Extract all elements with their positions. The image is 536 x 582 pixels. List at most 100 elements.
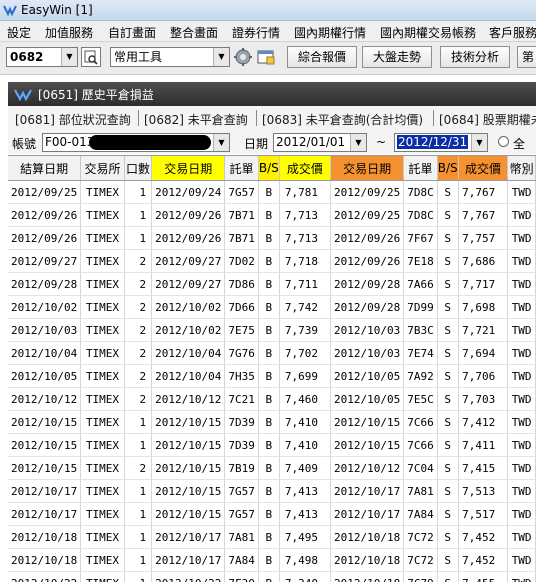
cell-settle-date: 2012/10/15	[8, 457, 81, 480]
table-row[interactable]: 2012/10/12TIMEX22012/10/127C21B7,4602012…	[8, 388, 536, 411]
market-trend-button[interactable]: 大盤走勢	[362, 46, 432, 68]
table-row[interactable]: 2012/10/22TIMEX12012/10/227F30B7,3402012…	[8, 572, 536, 582]
table-row[interactable]: 2012/09/27TIMEX22012/09/277D02B7,7182012…	[8, 250, 536, 273]
cell-buy-order: 7B71	[225, 204, 259, 227]
cell-exchange: TIMEX	[81, 227, 125, 250]
cell-settle-date: 2012/10/18	[8, 526, 81, 549]
cell-sell-order: 7D99	[404, 296, 438, 319]
toolbar-overflow-button[interactable]: 第	[517, 46, 536, 68]
col-header-sell-trade-date[interactable]: 交易日期	[331, 156, 404, 181]
cell-buy-price: 7,410	[279, 411, 330, 434]
col-header-exchange[interactable]: 交易所	[81, 156, 125, 181]
menu-customer-service[interactable]: 客戶服務	[489, 24, 536, 41]
table-row[interactable]: 2012/10/18TIMEX12012/10/177A81B7,4952012…	[8, 526, 536, 549]
tab-position-status[interactable]: [0681] 部位狀況查詢	[15, 111, 131, 128]
cell-sell-order: 7D8C	[404, 204, 438, 227]
cell-currency: TWD	[508, 296, 536, 319]
menu-value-added[interactable]: 加值服務	[45, 24, 93, 41]
cell-buy-order: 7G57	[225, 503, 259, 526]
col-header-buy-price[interactable]: 成交價	[279, 156, 330, 181]
inner-window-title-bar: [0651] 歷史平倉損益	[8, 82, 536, 106]
menu-futures-accounts[interactable]: 國內期權交易帳務	[380, 24, 476, 41]
table-row[interactable]: 2012/09/28TIMEX22012/09/277D86B7,7112012…	[8, 273, 536, 296]
date-from-picker[interactable]: 2012/01/01 ▼	[273, 133, 367, 152]
cell-buy-price: 7,711	[279, 273, 330, 296]
tab-open-position[interactable]: [0682] 未平倉查詢	[144, 111, 248, 128]
table-row[interactable]: 2012/09/25TIMEX12012/09/247G57B7,7812012…	[8, 181, 536, 204]
cell-sell-order: 7F67	[404, 227, 438, 250]
table-row[interactable]: 2012/10/15TIMEX12012/10/157D39B7,4102012…	[8, 411, 536, 434]
all-radio-button[interactable]	[498, 136, 509, 147]
cell-buy-side: B	[258, 204, 279, 227]
date-to-picker[interactable]: 2012/12/31 ▼	[394, 133, 488, 152]
table-row[interactable]: 2012/09/26TIMEX12012/09/267B71B7,7132012…	[8, 204, 536, 227]
chevron-down-icon[interactable]: ▼	[213, 48, 229, 66]
cell-settle-date: 2012/10/04	[8, 342, 81, 365]
cell-buy-price: 7,699	[279, 365, 330, 388]
chevron-down-icon[interactable]: ▼	[471, 134, 487, 151]
cell-currency: TWD	[508, 503, 536, 526]
cell-buy-trade-date: 2012/09/27	[152, 273, 225, 296]
menu-settings[interactable]: 設定	[7, 24, 31, 41]
cell-buy-price: 7,702	[279, 342, 330, 365]
table-row[interactable]: 2012/10/15TIMEX22012/10/157B19B7,4092012…	[8, 457, 536, 480]
cell-sell-order: 7C04	[404, 457, 438, 480]
cell-buy-trade-date: 2012/10/15	[152, 503, 225, 526]
menu-futures-quotes[interactable]: 國內期權行情	[294, 24, 366, 41]
cell-sell-order: 7E74	[404, 342, 438, 365]
col-header-lots[interactable]: 口數	[124, 156, 151, 181]
table-row[interactable]: 2012/10/05TIMEX22012/10/047H35B7,6992012…	[8, 365, 536, 388]
table-row[interactable]: 2012/10/17TIMEX12012/10/157G57B7,4132012…	[8, 480, 536, 503]
cell-sell-side: S	[437, 480, 458, 503]
table-row[interactable]: 2012/10/17TIMEX12012/10/157G57B7,4132012…	[8, 503, 536, 526]
cell-buy-order: 7A81	[225, 526, 259, 549]
menu-integrated-screen[interactable]: 整合畫面	[170, 24, 218, 41]
cell-buy-trade-date: 2012/10/17	[152, 549, 225, 572]
window-add-icon[interactable]	[256, 47, 276, 67]
menu-securities-quotes[interactable]: 證券行情	[232, 24, 280, 41]
cell-buy-trade-date: 2012/10/15	[152, 480, 225, 503]
cell-sell-side: S	[437, 549, 458, 572]
table-row[interactable]: 2012/10/02TIMEX22012/10/027D66B7,7422012…	[8, 296, 536, 319]
col-header-currency[interactable]: 幣別	[508, 156, 536, 181]
cell-sell-side: S	[437, 526, 458, 549]
cell-buy-side: B	[258, 434, 279, 457]
col-header-sell-price[interactable]: 成交價	[458, 156, 508, 181]
col-header-buy-side[interactable]: B/S	[258, 156, 279, 181]
cell-buy-price: 7,713	[279, 227, 330, 250]
cell-settle-date: 2012/09/28	[8, 273, 81, 296]
composite-quote-button[interactable]: 綜合報價	[287, 46, 357, 68]
cell-exchange: TIMEX	[81, 250, 125, 273]
gear-icon[interactable]	[233, 47, 253, 67]
cell-settle-date: 2012/10/17	[8, 503, 81, 526]
cell-lots: 1	[124, 503, 151, 526]
cell-currency: TWD	[508, 388, 536, 411]
cell-buy-side: B	[258, 319, 279, 342]
table-row[interactable]: 2012/09/26TIMEX12012/09/267B71B7,7132012…	[8, 227, 536, 250]
cell-sell-trade-date: 2012/10/12	[331, 457, 404, 480]
col-header-sell-side[interactable]: B/S	[437, 156, 458, 181]
table-row[interactable]: 2012/10/18TIMEX12012/10/177A84B7,4982012…	[8, 549, 536, 572]
cell-sell-trade-date: 2012/10/17	[331, 480, 404, 503]
technical-analysis-button[interactable]: 技術分析	[440, 46, 510, 68]
chevron-down-icon[interactable]: ▼	[350, 134, 366, 151]
col-header-sell-order[interactable]: 託單	[404, 156, 438, 181]
chevron-down-icon[interactable]: ▼	[61, 48, 77, 66]
cell-buy-order: 7D39	[225, 434, 259, 457]
table-row[interactable]: 2012/10/04TIMEX22012/10/047G76B7,7022012…	[8, 342, 536, 365]
tool-select[interactable]: 常用工具 ▼	[110, 47, 230, 67]
table-row[interactable]: 2012/10/03TIMEX22012/10/027E75B7,7392012…	[8, 319, 536, 342]
tab-open-position-avg[interactable]: [0683] 未平倉查詢(合計均價)	[262, 111, 423, 128]
search-icon[interactable]	[81, 47, 101, 67]
col-header-buy-order[interactable]: 託單	[225, 156, 259, 181]
tab-stock-options[interactable]: [0684] 股票期權未	[439, 111, 536, 128]
cell-buy-price: 7,340	[279, 572, 330, 582]
table-row[interactable]: 2012/10/15TIMEX12012/10/157D39B7,4102012…	[8, 434, 536, 457]
chevron-down-icon[interactable]: ▼	[213, 134, 229, 151]
col-header-buy-trade-date[interactable]: 交易日期	[152, 156, 225, 181]
col-header-settle-date[interactable]: 結算日期	[8, 156, 81, 181]
account-select[interactable]: F00-013 ▼	[42, 133, 230, 152]
menu-custom-screen[interactable]: 自訂畫面	[108, 24, 156, 41]
cell-sell-side: S	[437, 411, 458, 434]
function-code-select[interactable]: 0682 ▼	[6, 47, 78, 67]
